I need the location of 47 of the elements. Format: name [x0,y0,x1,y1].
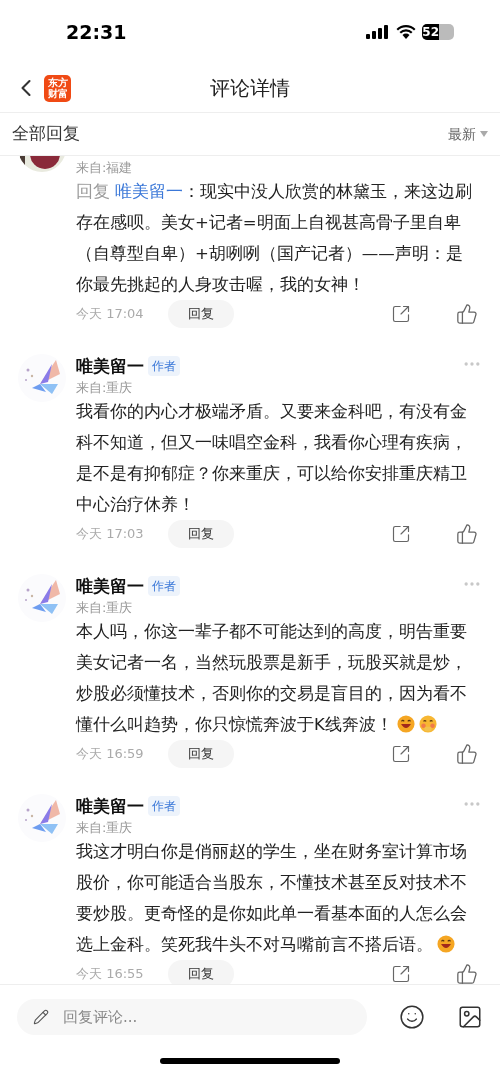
share-icon[interactable] [391,744,411,764]
laughing-face-icon [396,715,415,733]
mention-link[interactable]: 唯美留一 [115,182,184,201]
location-text: 来自:重庆 [76,819,134,837]
share-icon[interactable] [391,524,411,544]
time-text: 今天 17:04 [76,305,145,324]
like-icon[interactable] [456,743,478,765]
reply-button[interactable]: 回复 [168,520,234,548]
author-name[interactable]: 唯美留一 [76,574,144,598]
reply-button[interactable]: 回复 [168,300,234,328]
time-text: 今天 16:59 [76,745,145,764]
blushing-face-icon [418,715,437,733]
comment-text: 我看你的内心才极端矛盾。又要来金科吧，有没有金科不知道，但又一味唱空金科，我看你心理有疾病，是不是有抑郁症？你来重庆，可以给你安排重庆精卫中心治疗休养！ [76,401,468,516]
filter-label: 全部回复 [12,122,80,146]
author-name[interactable]: 唯美留一 [76,354,144,378]
comment-text: 本人吗，你这一辈子都不可能达到的高度，明告重要美女记者一名，当然玩股票是新手，玩股买就是炒，炒股必须懂技术，否则你的交易是盲目的，因为看不懂什么叫趋势，你只惊慌奔波于K线奔波！ [76,621,468,736]
like-icon[interactable] [456,963,478,984]
author-tag: 作者 [148,796,180,816]
location-text: 来自:重庆 [76,599,134,617]
author-name[interactable]: 唯美留一 [76,794,144,818]
sort-dropdown[interactable]: 最新 [448,123,488,145]
like-icon[interactable] [456,523,478,545]
location-text: 来自:福建 [76,159,133,177]
laughing-face-icon [437,935,455,953]
comment-text: 我这才明白你是俏丽赵的学生，坐在财务室计算市场股价，你可能适合当股东，不懂技术甚至反对技术不要炒股。更奇怪的是你如此单一看基本面的人怎么会选上金科。笑死我牛头不对马嘴前言不搭后语。 [76,841,468,956]
location-text: 来自:重庆 [76,379,134,397]
reply-button[interactable]: 回复 [168,960,234,984]
wifi-icon [396,25,416,39]
page-title: 评论详情 [210,75,290,102]
caret-icon [480,131,488,137]
time-text: 今天 17:03 [76,525,145,544]
emoji-icon[interactable] [399,1003,425,1030]
battery-indicator: 52 [422,24,454,40]
app-logo: 东方 财富 [44,74,71,102]
pencil-icon [33,1008,49,1025]
reply-button[interactable]: 回复 [168,740,234,768]
image-icon[interactable] [457,1003,483,1030]
author-tag: 作者 [148,356,180,376]
share-icon[interactable] [391,964,411,984]
time-text: 今天 16:55 [76,965,145,984]
signal-icon [366,25,390,39]
status-time: 22:31 [66,19,127,45]
like-icon[interactable] [456,303,478,325]
share-icon[interactable] [391,304,411,324]
comment-input[interactable]: 回复评论... [17,998,367,1035]
author-tag: 作者 [148,576,180,596]
comment-text: 回复 唯美留一：现实中没人欣赏的林黛玉，来这边刷存在感呗。美女+记者=明面上自视甚高骨子里自卑（自尊型自卑）+胡咧咧（国产记者）——声明：是你最先挑起的人身攻击喔，我的女神！ [76,181,474,296]
